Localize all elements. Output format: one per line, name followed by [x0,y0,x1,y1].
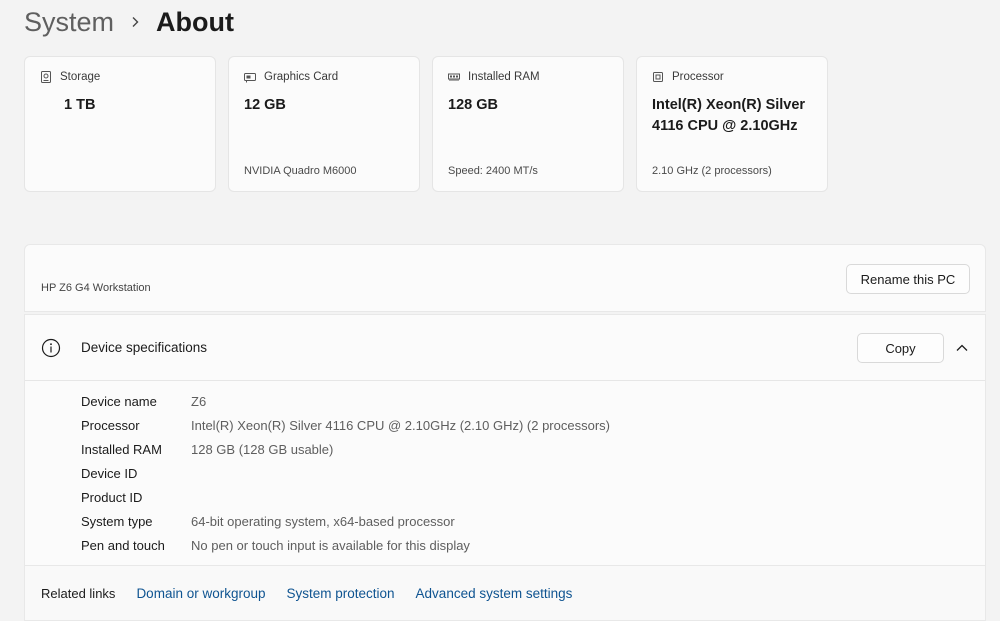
spec-value: Z6 [191,393,207,409]
device-specifications-panel: Device specifications Copy Device name Z… [24,314,986,566]
breadcrumb: System About [24,4,234,40]
related-links-label: Related links [41,585,116,601]
spec-value: Intel(R) Xeon(R) Silver 4116 CPU @ 2.10G… [191,417,610,433]
spec-row: Device ID [81,461,610,485]
spec-value: 128 GB (128 GB usable) [191,441,334,457]
card-label: Installed RAM [468,71,540,83]
spec-value: 64-bit operating system, x64-based proce… [191,513,455,529]
spec-label: Processor [81,417,140,433]
card-label: Storage [60,71,101,83]
copy-button[interactable]: Copy [857,333,944,363]
spec-value: No pen or touch input is available for t… [191,537,470,553]
chevron-up-icon[interactable] [954,341,970,355]
card-value: 1 TB [64,97,96,113]
info-icon [41,338,61,358]
spec-row: Installed RAM 128 GB (128 GB usable) [81,437,610,461]
rename-pc-button[interactable]: Rename this PC [846,264,970,294]
card-subtext: 2.10 GHz (2 processors) [652,165,772,177]
card-value: 12 GB [244,97,286,113]
storage-card: Storage 1 TB [24,56,216,192]
system-protection-link[interactable]: System protection [287,586,395,601]
pc-name-panel: HP Z6 G4 Workstation Rename this PC [24,244,986,312]
processor-card: Processor Intel(R) Xeon(R) Silver 4116 C… [636,56,828,192]
spec-row: System type 64-bit operating system, x64… [81,509,610,533]
spec-label: Installed RAM [81,441,162,457]
graphics-card-card: Graphics Card 12 GB NVIDIA Quadro M6000 [228,56,420,192]
related-links-bar: Related links Domain or workgroup System… [24,566,986,621]
card-label: Processor [672,71,724,83]
domain-or-workgroup-link[interactable]: Domain or workgroup [136,586,265,601]
device-specifications-title: Device specifications [81,340,208,355]
card-subtext: Speed: 2400 MT/s [448,165,538,177]
spec-row: Processor Intel(R) Xeon(R) Silver 4116 C… [81,413,610,437]
breadcrumb-system[interactable]: System [24,7,114,38]
advanced-system-settings-link[interactable]: Advanced system settings [416,586,573,601]
card-subtext: NVIDIA Quadro M6000 [244,165,357,177]
spec-label: Device ID [81,465,138,481]
specifications-list: Device name Z6 Processor Intel(R) Xeon(R… [81,389,610,557]
spec-label: Pen and touch [81,537,165,553]
pc-model-name: HP Z6 G4 Workstation [41,282,151,294]
card-label: Graphics Card [264,71,339,83]
processor-icon [652,71,664,83]
page-title: About [156,6,234,37]
chevron-right-icon [128,15,142,29]
card-value: 128 GB [448,97,498,113]
spec-row: Device name Z6 [81,389,610,413]
device-specifications-header[interactable]: Device specifications Copy [25,315,985,381]
spec-label: Device name [81,393,157,409]
spec-row: Pen and touch No pen or touch input is a… [81,533,610,557]
ram-icon [448,71,460,83]
installed-ram-card: Installed RAM 128 GB Speed: 2400 MT/s [432,56,624,192]
card-value: Intel(R) Xeon(R) Silver 4116 CPU @ 2.10G… [652,97,806,134]
spec-row: Product ID [81,485,610,509]
storage-icon [40,71,52,83]
spec-label: System type [81,513,153,529]
graphics-card-icon [244,71,256,83]
spec-label: Product ID [81,489,143,505]
